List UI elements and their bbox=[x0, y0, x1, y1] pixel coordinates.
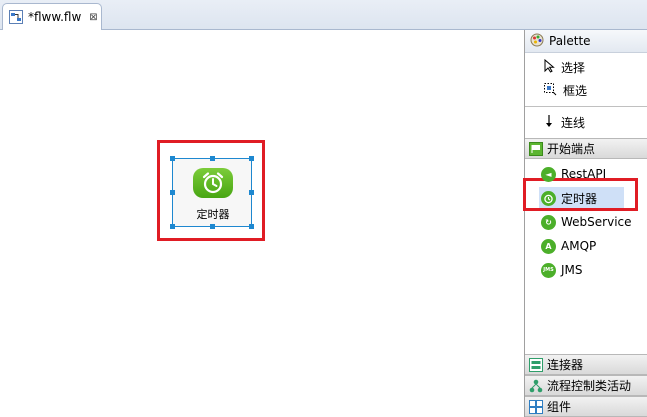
entry-label: WebService bbox=[561, 215, 632, 229]
timer-node[interactable]: 定时器 bbox=[170, 156, 254, 229]
bottom-drawers: 连接器 流程控制类活动 组件 bbox=[525, 354, 647, 417]
tool-connection[interactable]: 连线 bbox=[525, 111, 647, 134]
drawer-label: 连接器 bbox=[547, 358, 584, 372]
flow-control-icon bbox=[529, 379, 543, 393]
drawer-flow-control[interactable]: 流程控制类活动 bbox=[525, 375, 647, 396]
jms-icon: JMS bbox=[541, 262, 556, 278]
component-icon bbox=[529, 399, 543, 414]
drawer-start-endpoints[interactable]: 开始端点 bbox=[525, 138, 647, 159]
palette-panel: Palette 选择 框选 连线 开始端点 ◄ RestAPI 定时器 ↻ We… bbox=[524, 30, 647, 417]
palette-entry-jms[interactable]: JMS JMS bbox=[525, 258, 647, 282]
marquee-icon bbox=[543, 82, 557, 99]
alarm-clock-icon bbox=[193, 168, 233, 198]
amqp-icon: A bbox=[541, 238, 556, 254]
resize-handle-ne[interactable] bbox=[249, 156, 254, 161]
resize-handle-se[interactable] bbox=[249, 224, 254, 229]
palette-entry-webservice[interactable]: ↻ WebService bbox=[525, 210, 647, 234]
palette-header[interactable]: Palette bbox=[525, 30, 647, 53]
entry-label: 定时器 bbox=[561, 191, 598, 206]
resize-handle-sw[interactable] bbox=[170, 224, 175, 229]
drawer-components[interactable]: 组件 bbox=[525, 396, 647, 417]
flow-file-icon bbox=[9, 10, 23, 24]
resize-handle-n[interactable] bbox=[210, 156, 215, 161]
entry-label: RestAPI bbox=[561, 167, 607, 181]
tool-label: 连线 bbox=[561, 116, 586, 130]
drawer-label: 开始端点 bbox=[547, 142, 596, 156]
connection-arrow-icon bbox=[543, 114, 555, 131]
drawer-label: 组件 bbox=[547, 400, 572, 414]
editor-tab[interactable]: *flww.flw ⊠ bbox=[2, 3, 102, 30]
start-flag-icon bbox=[529, 141, 543, 156]
drawer-label: 流程控制类活动 bbox=[547, 379, 632, 393]
timer-icon bbox=[541, 190, 556, 206]
node-label: 定时器 bbox=[196, 208, 230, 221]
palette-icon bbox=[530, 33, 544, 50]
tool-label: 选择 bbox=[561, 61, 586, 75]
tool-label: 框选 bbox=[563, 84, 588, 98]
tool-select[interactable]: 选择 bbox=[525, 56, 647, 79]
palette-title: Palette bbox=[549, 34, 591, 48]
select-arrow-icon bbox=[543, 58, 555, 76]
connector-icon bbox=[529, 357, 543, 372]
palette-separator bbox=[525, 106, 647, 107]
resize-handle-w[interactable] bbox=[170, 190, 175, 195]
editor-tab-bar: *flww.flw ⊠ bbox=[0, 0, 647, 30]
resize-handle-s[interactable] bbox=[210, 224, 215, 229]
tool-marquee[interactable]: 框选 bbox=[525, 79, 647, 102]
resize-handle-e[interactable] bbox=[249, 190, 254, 195]
palette-entry-amqp[interactable]: A AMQP bbox=[525, 234, 647, 258]
resize-handle-nw[interactable] bbox=[170, 156, 175, 161]
tab-label: *flww.flw bbox=[28, 10, 82, 24]
entry-label: JMS bbox=[561, 263, 583, 277]
drawer-connectors[interactable]: 连接器 bbox=[525, 354, 647, 375]
close-icon[interactable]: ⊠ bbox=[89, 12, 97, 23]
restapi-icon: ◄ bbox=[541, 166, 556, 182]
webservice-icon: ↻ bbox=[541, 214, 556, 230]
entry-label: AMQP bbox=[561, 239, 597, 253]
